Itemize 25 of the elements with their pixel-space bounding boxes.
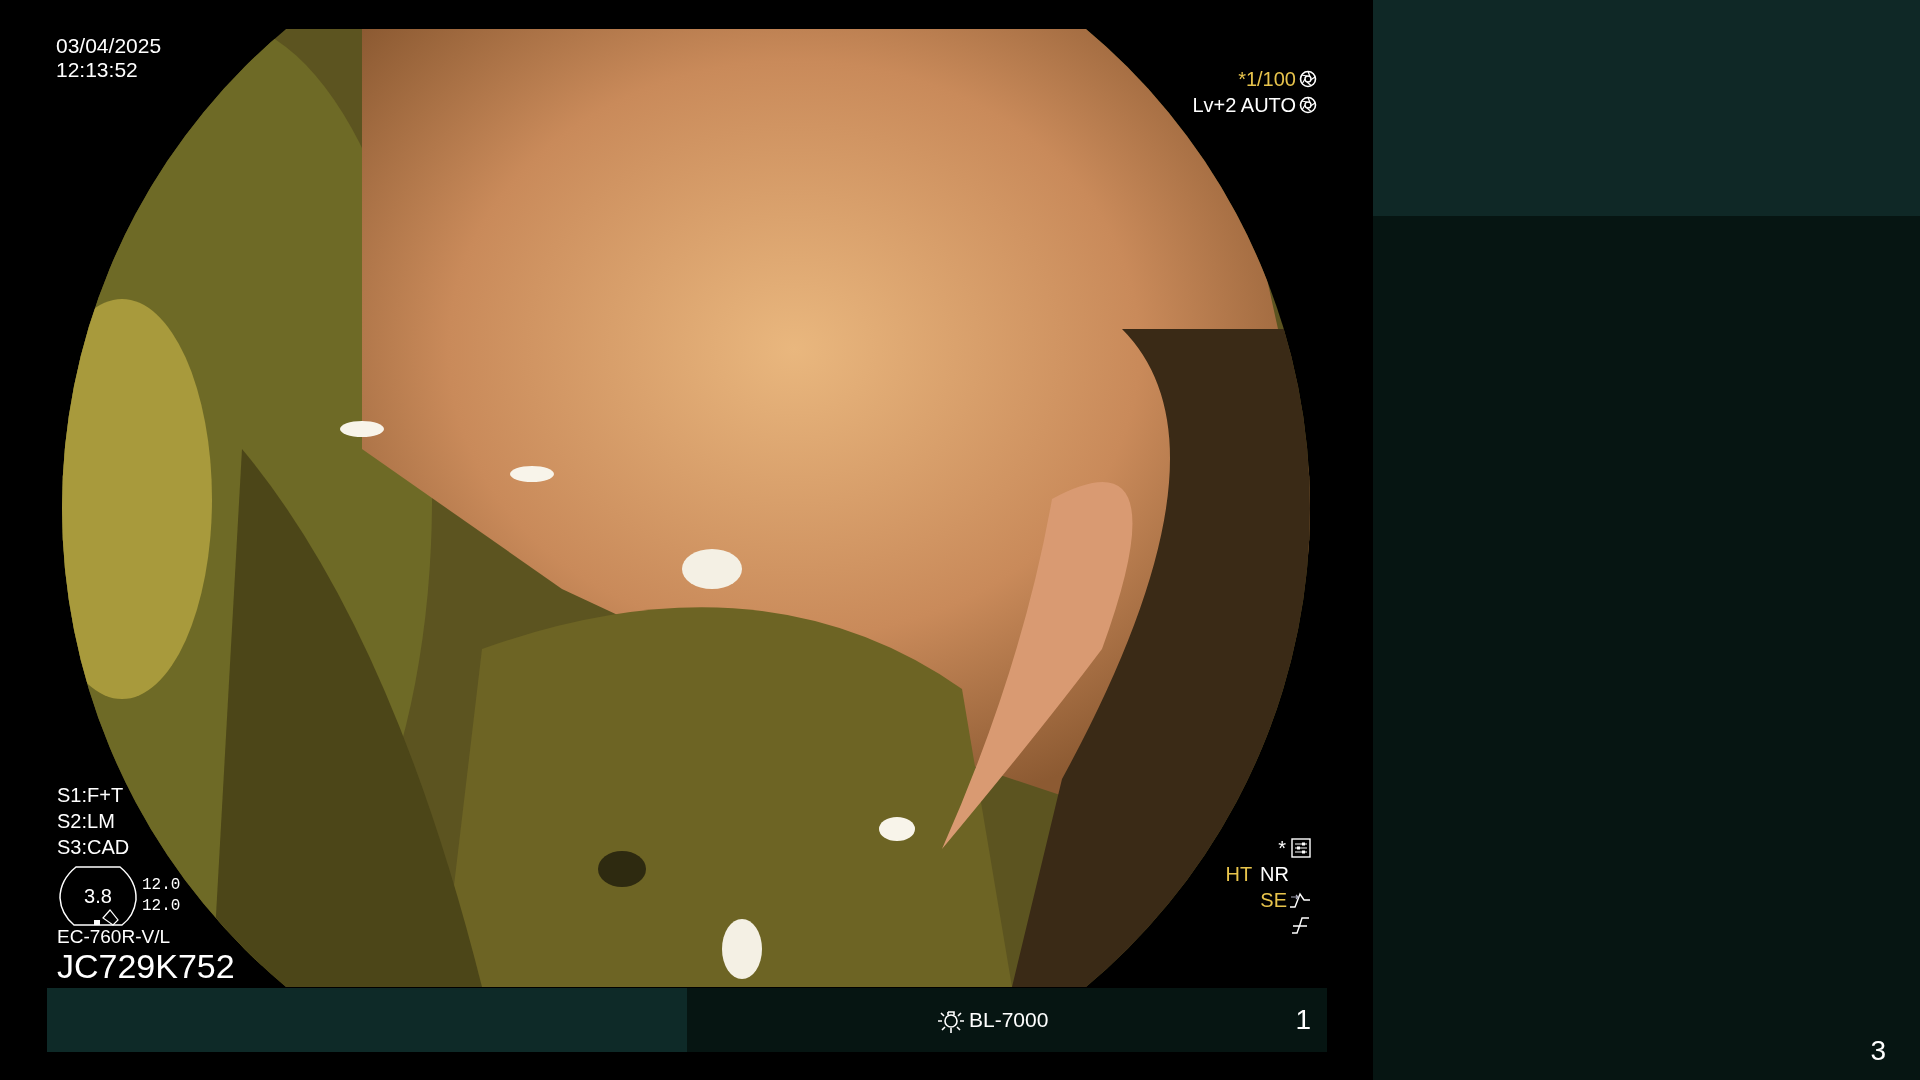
date-text: 03/04/2025 [56,34,162,58]
enhancement-text: HT [1225,862,1253,886]
scope-function-text: S2:LM [57,809,116,834]
scope-function-text: S1:F+T [57,783,125,808]
bending-gauge-icon [58,866,138,926]
gauge-value: 3.8 [84,884,112,909]
gamma-curve-icon [1289,914,1311,936]
sliders-icon [1291,838,1311,858]
enhancement-text: NR [1260,862,1289,886]
enhancement-text: SE [1260,888,1287,912]
shutter-icon [1299,70,1317,88]
time-text: 12:13:52 [56,58,139,82]
settings-marker: * [1278,836,1286,860]
gauge-reading: 12.0 [142,896,181,917]
page-number: 3 [1870,1034,1886,1068]
scope-model-text: EC-760R-V/L [57,926,171,948]
scope-serial-text: JC729K752 [57,948,235,984]
light-source-text: BL-7000 [969,1007,1049,1034]
gauge-reading: 12.0 [142,875,181,896]
shutter-speed-text: *1/100 [1238,68,1296,90]
aperture-icon [1299,96,1317,114]
exposure-mode-text: Lv+2 AUTO [1192,94,1296,116]
scope-function-text: S3:CAD [57,835,130,860]
curve-icon [1289,891,1311,909]
channel-number: 1 [1295,1003,1311,1037]
